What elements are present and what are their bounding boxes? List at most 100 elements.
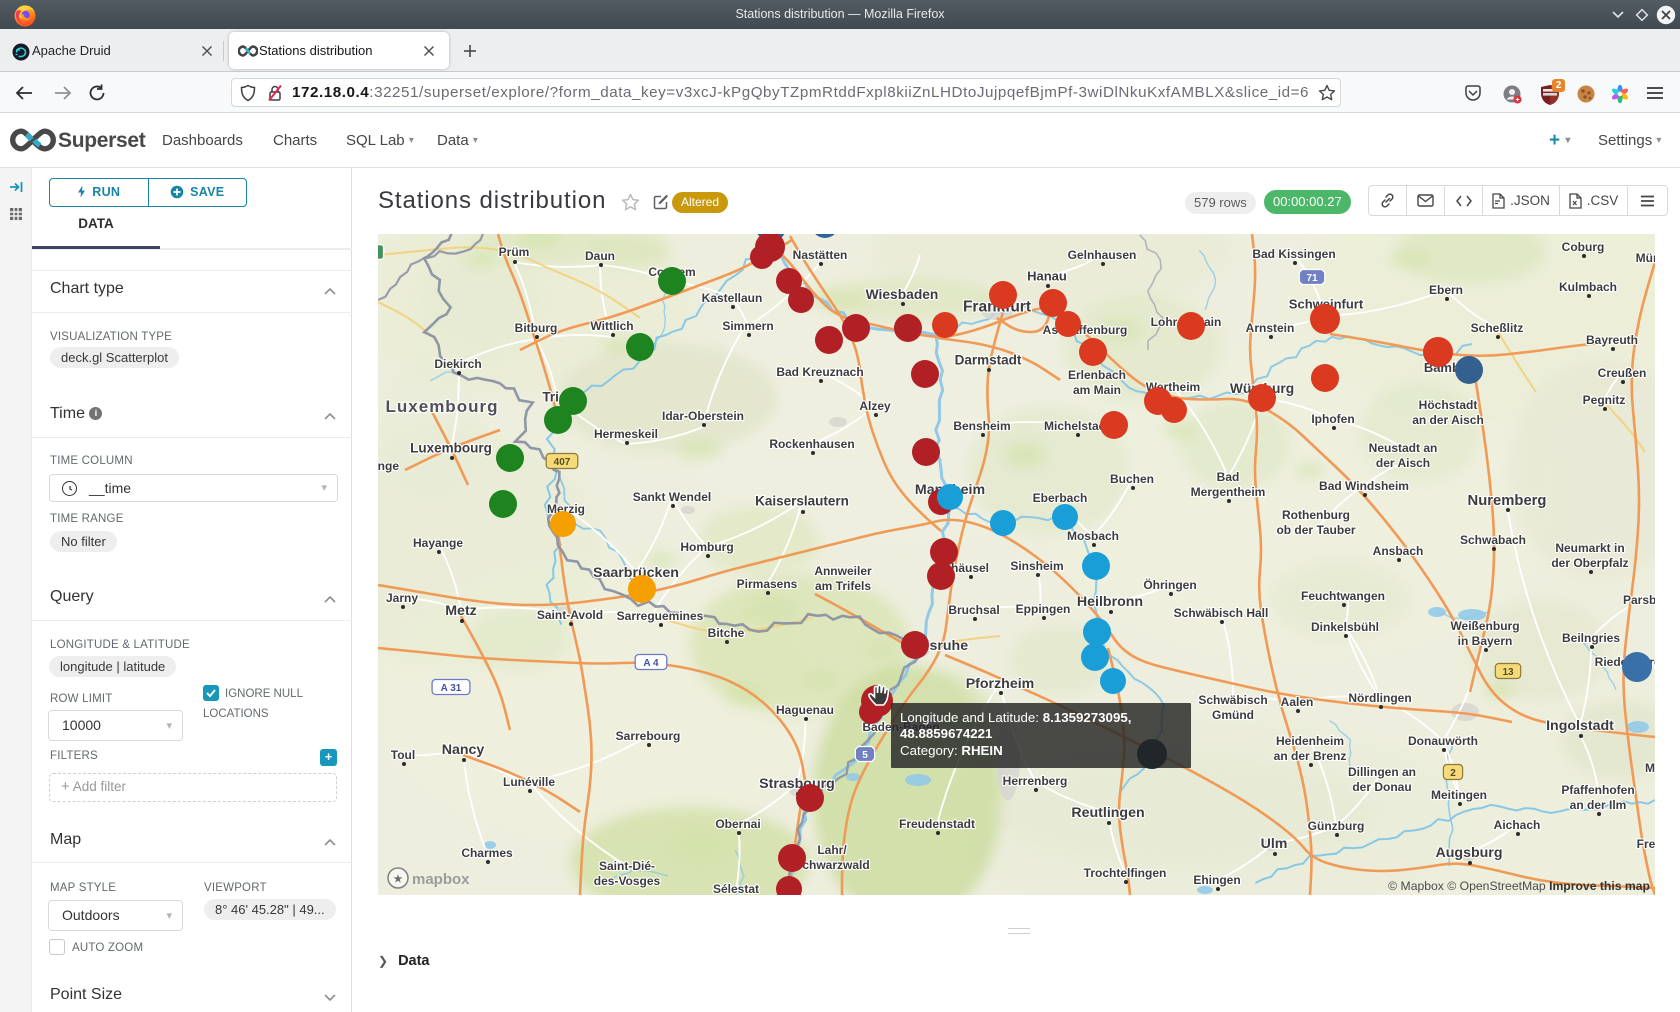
svg-text:Dinkelsbühl: Dinkelsbühl — [1311, 620, 1379, 634]
svg-text:an der Brenz: an der Brenz — [1274, 749, 1347, 763]
svg-text:Mosbach: Mosbach — [1067, 529, 1119, 543]
svg-text:Wiesbaden: Wiesbaden — [866, 287, 939, 302]
svg-text:A 31: A 31 — [441, 683, 462, 694]
svg-text:Herrenberg: Herrenberg — [1003, 774, 1068, 788]
svg-text:A 4: A 4 — [643, 658, 659, 669]
svg-text:Pfaffenhofen: Pfaffenhofen — [1561, 783, 1634, 797]
svg-text:Hermeskeil: Hermeskeil — [594, 427, 658, 441]
svg-text:Trochtelfingen: Trochtelfingen — [1084, 866, 1167, 880]
svg-text:Strasbourg: Strasbourg — [759, 776, 835, 792]
svg-text:Diekirch: Diekirch — [434, 357, 481, 371]
svg-text:Weißenburg: Weißenburg — [1450, 619, 1519, 633]
svg-text:Metz: Metz — [445, 603, 477, 619]
svg-text:Neustadt an: Neustadt an — [1369, 441, 1438, 455]
svg-text:Scheßlitz: Scheßlitz — [1471, 321, 1524, 335]
svg-text:Reutlingen: Reutlingen — [1071, 805, 1144, 821]
svg-text:Sankt Wendel: Sankt Wendel — [633, 490, 711, 504]
svg-text:Ansbach: Ansbach — [1373, 544, 1424, 558]
svg-text:Ehingen: Ehingen — [1193, 873, 1240, 887]
svg-text:am Trifels: am Trifels — [815, 579, 871, 593]
svg-text:Günzburg: Günzburg — [1308, 819, 1365, 833]
svg-text:Pforzheim: Pforzheim — [966, 676, 1035, 692]
svg-text:Sélestat: Sélestat — [713, 882, 759, 895]
svg-text:Heidenheim: Heidenheim — [1276, 734, 1344, 748]
svg-text:Bad Kreuznach: Bad Kreuznach — [776, 365, 863, 379]
svg-text:Coburg: Coburg — [1562, 240, 1605, 254]
svg-text:Freudenstadt: Freudenstadt — [899, 817, 975, 831]
svg-text:Nuremberg: Nuremberg — [1468, 493, 1547, 509]
svg-text:Kastellaun: Kastellaun — [702, 291, 763, 305]
svg-text:Schwabach: Schwabach — [1460, 533, 1526, 547]
svg-text:Kulmbach: Kulmbach — [1559, 280, 1617, 294]
svg-text:Öhringen: Öhringen — [1143, 577, 1196, 592]
svg-text:Aalen: Aalen — [1281, 695, 1314, 709]
svg-text:Idar-Oberstein: Idar-Oberstein — [662, 409, 744, 423]
svg-text:Dillingen an: Dillingen an — [1348, 765, 1416, 779]
svg-text:Bad Kissingen: Bad Kissingen — [1252, 247, 1335, 261]
svg-text:Mainburg: Mainburg — [1645, 761, 1655, 775]
svg-text:Daun: Daun — [585, 249, 615, 263]
svg-text:407: 407 — [554, 457, 571, 468]
svg-text:Kaiserslautern: Kaiserslautern — [755, 494, 849, 509]
svg-text:ange: ange — [378, 459, 399, 473]
svg-text:Simmern: Simmern — [722, 319, 773, 333]
svg-text:Creußen: Creußen — [1598, 366, 1647, 380]
svg-text:Bad Windsheim: Bad Windsheim — [1319, 479, 1409, 493]
svg-text:Nastätten: Nastätten — [793, 248, 848, 262]
svg-text:© Mapbox © OpenStreetMap Impro: © Mapbox © OpenStreetMap Improve this ma… — [1388, 879, 1650, 893]
svg-text:Haguenau: Haguenau — [776, 703, 834, 717]
svg-text:Lunéville: Lunéville — [503, 775, 555, 789]
svg-text:Bensheim: Bensheim — [953, 419, 1010, 433]
svg-text:Buchen: Buchen — [1110, 472, 1154, 486]
svg-text:Sinsheim: Sinsheim — [1010, 559, 1063, 573]
svg-text:Homburg: Homburg — [680, 540, 733, 554]
svg-text:Lahr/: Lahr/ — [817, 843, 847, 857]
svg-text:Parsbe: Parsbe — [1623, 593, 1655, 607]
svg-text:Freising: Freising — [1637, 837, 1655, 851]
svg-text:an der Aisch: an der Aisch — [1412, 413, 1484, 427]
svg-text:13: 13 — [1502, 667, 1514, 678]
svg-text:Bitburg: Bitburg — [515, 321, 558, 335]
svg-text:Höchstadt: Höchstadt — [1419, 398, 1478, 412]
svg-text:der Donau: der Donau — [1352, 780, 1411, 794]
svg-text:Neumarkt in: Neumarkt in — [1555, 541, 1624, 555]
svg-text:Bitche: Bitche — [708, 626, 745, 640]
svg-text:Hayange: Hayange — [413, 536, 463, 550]
svg-text:Nancy: Nancy — [442, 742, 485, 758]
svg-text:Ulm: Ulm — [1261, 836, 1288, 852]
svg-text:Mergentheim: Mergentheim — [1191, 485, 1266, 499]
svg-text:Aichach: Aichach — [1494, 818, 1541, 832]
svg-text:der Oberpfalz: der Oberpfalz — [1551, 556, 1628, 570]
svg-text:Sarreguemines: Sarreguemines — [617, 609, 704, 623]
svg-text:an der Ilm: an der Ilm — [1570, 798, 1627, 812]
svg-text:in Bayern: in Bayern — [1458, 634, 1513, 648]
svg-text:mapbox: mapbox — [412, 871, 470, 888]
svg-text:Meitingen: Meitingen — [1431, 788, 1487, 802]
svg-text:Alzey: Alzey — [859, 399, 891, 413]
svg-text:Rothenburg: Rothenburg — [1282, 508, 1350, 522]
svg-text:Charmes: Charmes — [461, 846, 513, 860]
svg-text:2: 2 — [1450, 768, 1456, 779]
svg-text:Beilngries: Beilngries — [1562, 631, 1620, 645]
svg-text:Iphofen: Iphofen — [1311, 412, 1354, 426]
svg-text:Wittlich: Wittlich — [590, 319, 633, 333]
svg-text:Bruchsal: Bruchsal — [948, 603, 999, 617]
svg-text:Erlenbach: Erlenbach — [1068, 368, 1126, 382]
svg-text:Toul: Toul — [391, 748, 415, 762]
svg-text:Ingolstadt: Ingolstadt — [1546, 718, 1614, 734]
svg-text:Ebern: Ebern — [1429, 283, 1463, 297]
svg-text:am Main: am Main — [1073, 383, 1121, 397]
svg-text:Jarny: Jarny — [386, 591, 418, 605]
svg-text:Arnstein: Arnstein — [1246, 321, 1295, 335]
svg-text:★: ★ — [394, 874, 403, 885]
svg-text:Pegnitz: Pegnitz — [1583, 393, 1626, 407]
svg-text:71: 71 — [1306, 273, 1318, 284]
svg-text:Darmstadt: Darmstadt — [955, 353, 1022, 368]
svg-text:Gmünd: Gmünd — [1212, 708, 1254, 722]
svg-text:Bayreuth: Bayreuth — [1586, 333, 1638, 347]
svg-text:Schwäbisch Hall: Schwäbisch Hall — [1174, 606, 1269, 620]
svg-text:Eberbach: Eberbach — [1033, 491, 1088, 505]
svg-text:Hanau: Hanau — [1027, 269, 1067, 284]
svg-text:Eppingen: Eppingen — [1016, 602, 1071, 616]
svg-text:der Aisch: der Aisch — [1376, 456, 1430, 470]
